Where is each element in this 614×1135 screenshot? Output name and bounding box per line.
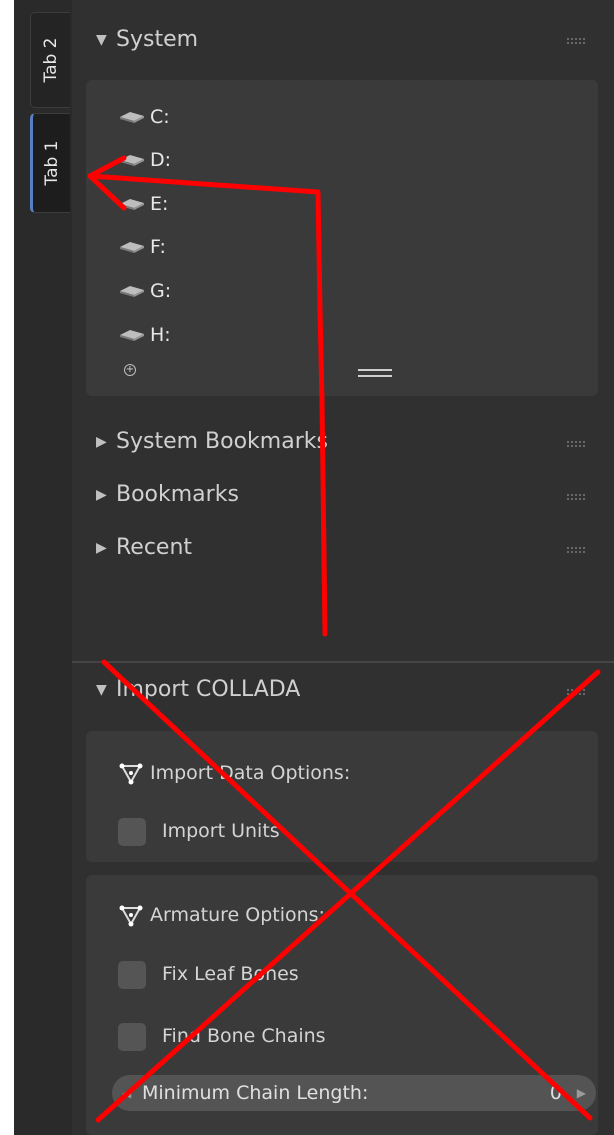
drive-icon — [120, 242, 144, 253]
mesh-data-icon — [119, 905, 143, 926]
expanded-triangle-icon: ▼ — [96, 32, 107, 48]
tab-1[interactable]: Tab 1 — [30, 113, 70, 213]
drag-grip-icon[interactable] — [566, 546, 586, 554]
import-units-row[interactable]: Import Units — [118, 815, 280, 847]
system-bookmarks-header[interactable]: ▶ System Bookmarks — [96, 424, 328, 460]
system-header-label: System — [116, 27, 199, 52]
import-units-label: Import Units — [162, 820, 280, 842]
resize-handle-icon[interactable] — [358, 369, 392, 377]
system-panel-header[interactable]: ▼ System — [96, 22, 198, 58]
tab-strip: Tab 2 Tab 1 — [14, 0, 72, 1135]
drive-label: H: — [150, 324, 171, 346]
drive-icon — [120, 199, 144, 210]
import-data-options-title: Import Data Options: — [118, 757, 350, 789]
decrement-arrow-icon[interactable]: ◀ — [122, 1075, 131, 1111]
drive-item[interactable]: H: — [118, 320, 171, 350]
fix-leaf-bones-label: Fix Leaf Bones — [162, 963, 299, 985]
import-data-options-label: Import Data Options: — [150, 762, 351, 784]
drag-grip-icon[interactable] — [566, 440, 586, 448]
import-units-checkbox[interactable] — [118, 817, 146, 846]
drive-item[interactable]: C: — [118, 102, 170, 132]
file-browser-sidebar: Tab 2 Tab 1 ▼ System C: D: E: F: G: H: +… — [0, 0, 614, 1135]
minimum-chain-length-field[interactable]: ◀ Minimum Chain Length: 0 ▶ — [112, 1075, 596, 1111]
drive-icon — [120, 330, 144, 341]
drag-grip-icon[interactable] — [566, 688, 586, 696]
tab-2-label: Tab 2 — [40, 37, 61, 83]
drives-list: C: D: E: F: G: H: + — [86, 80, 598, 396]
drive-label: G: — [150, 280, 172, 302]
drive-item[interactable]: E: — [118, 189, 168, 219]
tab-1-label: Tab 1 — [41, 140, 62, 186]
recent-header[interactable]: ▶ Recent — [96, 530, 192, 566]
armature-options-box: Armature Options: Fix Leaf Bones Find Bo… — [86, 875, 598, 1135]
find-bone-chains-checkbox[interactable] — [118, 1022, 146, 1051]
bookmarks-header[interactable]: ▶ Bookmarks — [96, 477, 239, 513]
import-collada-label: Import COLLADA — [116, 677, 301, 702]
side-panel: ▼ System C: D: E: F: G: H: + ▶ System Bo… — [72, 0, 614, 1135]
drive-label: D: — [150, 149, 172, 171]
find-bone-chains-label: Find Bone Chains — [162, 1025, 326, 1047]
fix-leaf-bones-checkbox[interactable] — [118, 960, 146, 989]
add-location-icon[interactable]: + — [124, 364, 136, 376]
armature-options-title: Armature Options: — [118, 899, 325, 931]
drive-icon — [120, 155, 144, 166]
recent-label: Recent — [116, 535, 193, 560]
drive-item[interactable]: F: — [118, 232, 166, 262]
panel-divider[interactable] — [72, 661, 614, 663]
drive-icon — [120, 112, 144, 123]
import-collada-header[interactable]: ▼ Import COLLADA — [96, 672, 300, 708]
drive-item[interactable]: D: — [118, 145, 171, 175]
minimum-chain-length-value: 0 — [549, 1082, 562, 1104]
increment-arrow-icon[interactable]: ▶ — [577, 1075, 586, 1111]
drag-grip-icon[interactable] — [566, 493, 586, 501]
drive-label: F: — [150, 236, 166, 258]
collapsed-triangle-icon: ▶ — [96, 434, 107, 450]
mesh-data-icon — [119, 763, 143, 784]
drive-label: E: — [150, 193, 169, 215]
bookmarks-label: Bookmarks — [116, 482, 239, 507]
collapsed-triangle-icon: ▶ — [96, 540, 107, 556]
tab-2[interactable]: Tab 2 — [30, 12, 70, 108]
find-bone-chains-row[interactable]: Find Bone Chains — [118, 1020, 326, 1052]
fix-leaf-bones-row[interactable]: Fix Leaf Bones — [118, 958, 299, 990]
minimum-chain-length-label: Minimum Chain Length: — [142, 1082, 369, 1104]
drive-item[interactable]: G: — [118, 276, 171, 306]
collapsed-triangle-icon: ▶ — [96, 487, 107, 503]
drive-label: C: — [150, 106, 170, 128]
armature-options-label: Armature Options: — [150, 904, 325, 926]
system-bookmarks-label: System Bookmarks — [116, 429, 328, 454]
expanded-triangle-icon: ▼ — [96, 682, 107, 698]
drive-icon — [120, 286, 144, 297]
import-data-options-box: Import Data Options: Import Units — [86, 731, 598, 862]
drag-grip-icon[interactable] — [566, 37, 586, 45]
